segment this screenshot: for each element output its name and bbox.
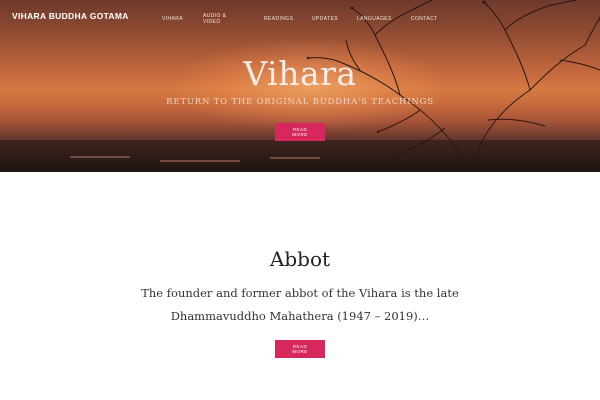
nav-item-updates[interactable]: UPDATES [312, 16, 338, 23]
hero-subtitle: RETURN TO THE ORIGINAL BUDDHA'S TEACHING… [166, 97, 434, 107]
nav-item-contact[interactable]: CONTACT [411, 16, 438, 23]
abbot-read-more-button[interactable]: READ MORE [275, 340, 325, 358]
nav-item-readings[interactable]: READINGS [264, 16, 293, 23]
hero-title: Vihara [243, 54, 357, 93]
hero-read-more-label: READ MORE [292, 127, 308, 137]
hero-banner: VIHARA BUDDHA GOTAMA VIHARA AUDIO & VIDE… [0, 0, 600, 172]
nav-item-vihara[interactable]: VIHARA [162, 16, 183, 23]
abbot-read-more-label: READ MORE [292, 344, 308, 354]
hero-read-more-button[interactable]: READ MORE [275, 123, 325, 141]
site-title[interactable]: VIHARA BUDDHA GOTAMA [12, 11, 129, 21]
nav-item-languages[interactable]: LANGUAGES [357, 16, 392, 23]
abbot-heading: Abbot [269, 247, 331, 271]
abbot-description: The founder and former abbot of the Viha… [141, 286, 459, 323]
nav-item-audio-video[interactable]: AUDIO & VIDEO [203, 13, 233, 25]
